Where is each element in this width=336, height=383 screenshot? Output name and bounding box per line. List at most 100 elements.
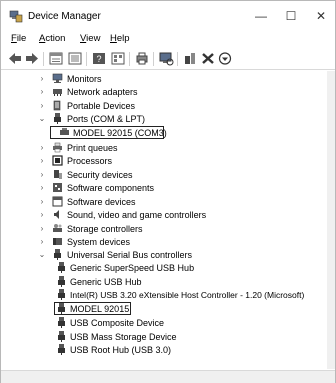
tree-label: Intel(R) USB 3.20 eXtensible Host Contro…	[70, 290, 305, 300]
tree-node-usb-generic-hub[interactable]: Generic USB Hub	[1, 276, 327, 288]
minimize-button[interactable]: —	[250, 7, 272, 25]
tree-label: Monitors	[67, 74, 102, 84]
usb-plug-icon	[58, 289, 65, 300]
tree-node-system-devices[interactable]: › System devices	[1, 236, 321, 248]
menu-view-label: iew	[86, 33, 101, 44]
vertical-scrollbar[interactable]	[327, 71, 335, 369]
menu-help-accel: H	[110, 33, 117, 44]
tree-label: Sound, video and game controllers	[67, 210, 207, 220]
tree-node-software-devices[interactable]: › Software devices	[1, 196, 321, 208]
usb-plug-icon	[58, 317, 65, 328]
tree-node-monitors[interactable]: › Monitors	[1, 73, 321, 85]
enable-device-icon[interactable]	[217, 51, 233, 66]
chevron-right-icon[interactable]: ›	[38, 209, 46, 221]
window-title: Device Manager	[28, 11, 101, 22]
device-tree: › Monitors › Network adapters › Portable…	[1, 71, 327, 369]
tree-node-usb-intel-host-controller[interactable]: Intel(R) USB 3.20 eXtensible Host Contro…	[1, 289, 327, 301]
storage-controller-icon	[53, 224, 62, 232]
tree-label: Storage controllers	[67, 224, 143, 234]
chevron-right-icon[interactable]: ›	[38, 182, 46, 194]
tree-label: Print queues	[67, 143, 118, 153]
tree-node-ports[interactable]: ⌄ Ports (COM & LPT)	[1, 113, 321, 125]
chevron-right-icon[interactable]: ›	[38, 236, 46, 248]
tree-label: Software devices	[67, 197, 136, 207]
tree-label: Portable Devices	[67, 101, 136, 111]
tree-node-portable-devices[interactable]: › Portable Devices	[1, 100, 321, 112]
help-icon[interactable]: ?	[91, 51, 107, 66]
device-manager-icon	[9, 10, 23, 23]
uninstall-icon[interactable]	[200, 51, 216, 66]
tree-label: MODEL 92015 (COM3)	[73, 128, 167, 138]
tree-label: USB Root Hub (USB 3.0)	[70, 345, 172, 355]
toolbar-separator	[43, 52, 44, 66]
usb-plug-icon	[54, 249, 61, 260]
title-bar[interactable]: Device Manager — ☐ ✕	[1, 1, 335, 31]
tree-node-software-components[interactable]: › Software components	[1, 182, 321, 194]
port-icon	[54, 113, 61, 124]
tree-node-processors[interactable]: › Processors	[1, 155, 321, 167]
tree-node-usb-composite-device[interactable]: USB Composite Device	[1, 317, 327, 329]
tree-node-print-queues[interactable]: › Print queues	[1, 142, 321, 154]
properties-icon[interactable]	[48, 51, 64, 66]
details-icon[interactable]	[67, 51, 83, 66]
tree-node-storage-controllers[interactable]: › Storage controllers	[1, 223, 321, 235]
menu-help-label: elp	[116, 33, 130, 44]
back-arrow-icon[interactable]	[7, 51, 23, 66]
chevron-right-icon[interactable]: ›	[38, 142, 46, 154]
tree-label: Network adapters	[67, 87, 138, 97]
toolbar-separator	[86, 52, 87, 66]
tree-node-security-devices[interactable]: › Security devices	[1, 169, 321, 181]
com-port-icon	[60, 128, 69, 135]
toolbar-separator	[177, 52, 178, 66]
maximize-button[interactable]: ☐	[280, 7, 302, 25]
update-driver-icon[interactable]	[182, 51, 198, 66]
software-device-icon	[52, 196, 63, 207]
chevron-right-icon[interactable]: ›	[38, 196, 46, 208]
tree-node-model-92015-com3[interactable]: MODEL 92015 (COM3)	[50, 126, 167, 139]
security-device-icon	[54, 170, 62, 179]
usb-plug-icon	[58, 303, 65, 314]
tree-label: Software components	[67, 183, 155, 193]
menu-file-label: ile	[16, 33, 27, 44]
chevron-right-icon[interactable]: ›	[38, 155, 46, 167]
tree-node-usb-mass-storage[interactable]: USB Mass Storage Device	[1, 331, 327, 343]
usb-plug-icon	[58, 276, 65, 287]
close-button[interactable]: ✕	[310, 7, 332, 25]
toolbar: ?	[1, 48, 335, 70]
tree-node-network-adapters[interactable]: › Network adapters	[1, 86, 321, 98]
tree-node-usb-controllers[interactable]: ⌄ Universal Serial Bus controllers	[1, 249, 321, 261]
usb-plug-icon	[58, 331, 65, 342]
chevron-right-icon[interactable]: ›	[38, 100, 46, 112]
tree-node-usb-root-hub[interactable]: USB Root Hub (USB 3.0)	[1, 344, 327, 356]
tree-label: MODEL 92015	[70, 304, 130, 314]
status-bar	[1, 370, 335, 383]
tree-label: Generic SuperSpeed USB Hub	[70, 263, 195, 273]
tree-label: Ports (COM & LPT)	[67, 114, 146, 124]
tree-node-usb-model-92015[interactable]: MODEL 92015	[54, 302, 131, 315]
print-icon[interactable]	[134, 51, 150, 66]
toolbar-separator	[129, 52, 130, 66]
processor-icon	[52, 155, 63, 166]
tree-node-sound-video-game[interactable]: › Sound, video and game controllers	[1, 209, 321, 221]
network-adapter-icon	[53, 89, 62, 96]
chevron-down-icon[interactable]: ⌄	[38, 249, 46, 261]
menu-help[interactable]: Help	[110, 33, 130, 44]
tree-label: USB Composite Device	[70, 318, 165, 328]
tree-node-usb-superspeed-hub[interactable]: Generic SuperSpeed USB Hub	[1, 262, 327, 274]
menu-file[interactable]: File	[11, 33, 26, 44]
menu-action-label: ction	[45, 33, 66, 44]
chevron-down-icon[interactable]: ⌄	[38, 113, 46, 125]
tree-label: Security devices	[67, 170, 133, 180]
chevron-right-icon[interactable]: ›	[38, 86, 46, 98]
chevron-right-icon[interactable]: ›	[38, 73, 46, 85]
tree-label: Universal Serial Bus controllers	[67, 250, 193, 260]
chevron-right-icon[interactable]: ›	[38, 169, 46, 181]
forward-arrow-icon[interactable]	[24, 51, 40, 66]
menu-view[interactable]: View	[80, 33, 100, 44]
speaker-icon	[54, 210, 59, 219]
scan-icon[interactable]	[158, 51, 174, 66]
menu-action[interactable]: Action	[39, 33, 65, 44]
view-list-icon[interactable]	[110, 51, 126, 66]
device-manager-window: Device Manager — ☐ ✕ File Action View He…	[0, 0, 336, 383]
chevron-right-icon[interactable]: ›	[38, 223, 46, 235]
